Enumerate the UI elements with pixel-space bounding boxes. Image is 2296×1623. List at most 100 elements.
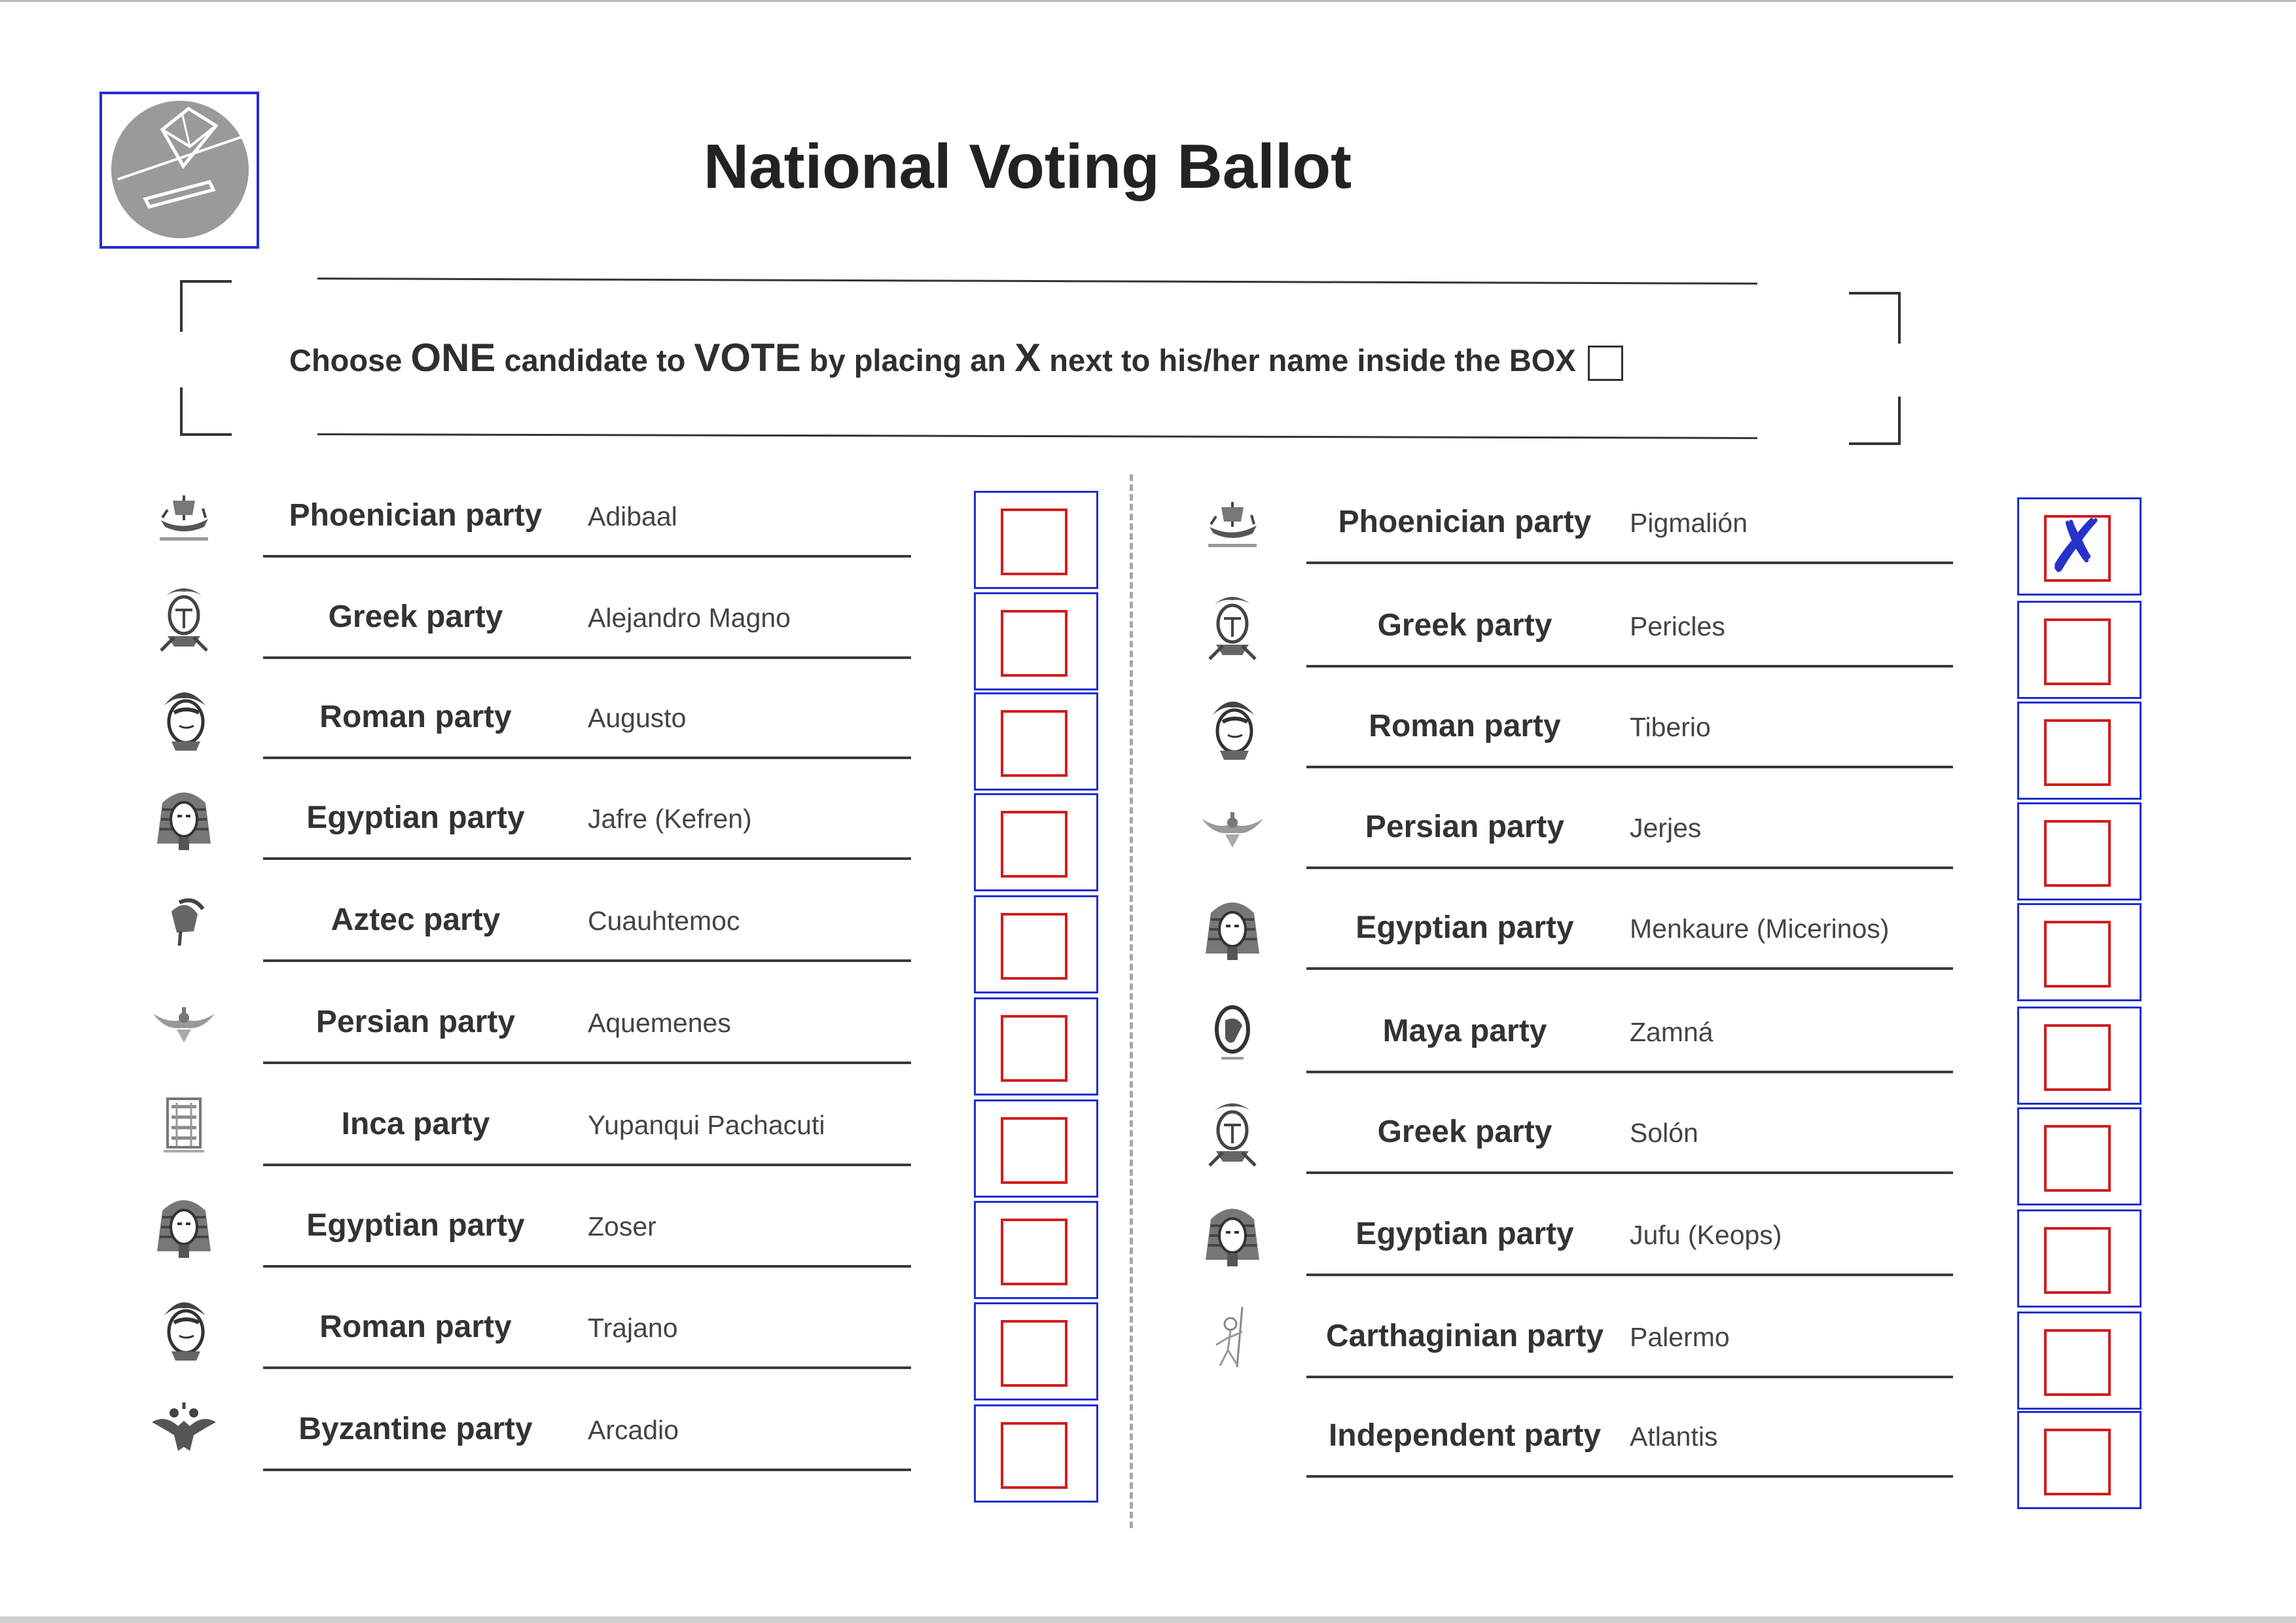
phoenician-ship-icon: [148, 481, 220, 553]
vote-checkbox-menkaure-micerinos[interactable]: [2044, 921, 2111, 988]
party-name: Egyptian party: [1355, 910, 1574, 945]
vote-checkbox-jufu-keops[interactable]: [2044, 1227, 2111, 1294]
row-underline: [1306, 866, 1953, 869]
vote-box-frame: [974, 997, 1098, 1096]
party-name: Greek party: [1377, 1115, 1552, 1149]
vote-box-frame: [974, 491, 1098, 589]
row-underline: [263, 1366, 911, 1369]
candidate-name: Adibaal: [588, 501, 677, 531]
row-underline: [263, 757, 911, 759]
greek-warrior-icon: [1196, 1097, 1268, 1169]
row-underline: [1306, 1274, 1953, 1276]
vote-box-frame: [974, 1302, 1098, 1400]
candidate-name: Solón: [1630, 1118, 1698, 1148]
vote-box-frame: [2017, 1411, 2142, 1509]
vote-checkbox-cuauhtemoc[interactable]: [1001, 913, 1067, 980]
party-name: Greek party: [328, 599, 503, 634]
vote-box-frame: [974, 692, 1098, 791]
vote-box-frame: [974, 1404, 1098, 1503]
vote-box-frame: [2017, 702, 2142, 800]
ballot-instruction: Choose ONE candidate to VOTE by placing …: [289, 335, 1623, 381]
candidate-name: Jafre (Kefren): [588, 804, 752, 834]
candidate-name: Cuauhtemoc: [588, 906, 740, 936]
page-edge-top: [0, 0, 2296, 2]
vote-box-frame: [2017, 802, 2142, 901]
row-underline: [263, 555, 911, 558]
instruction-text: next to his/her name inside the BOX: [1041, 343, 1576, 378]
row-underline: [263, 1164, 911, 1166]
party-name: Persian party: [1365, 810, 1565, 844]
vote-checkbox-aquemenes[interactable]: [1001, 1015, 1067, 1082]
vote-checkbox-atlantis[interactable]: [2044, 1429, 2111, 1495]
vote-checkbox-zamn[interactable]: [2044, 1024, 2111, 1091]
row-underline: [263, 857, 911, 860]
row-underline: [1306, 967, 1953, 970]
pharaoh-mask-icon: [1196, 893, 1268, 965]
vote-box-frame: [974, 895, 1098, 993]
vote-box-frame: [2017, 1311, 2142, 1410]
vote-checkbox-arcadio[interactable]: [1001, 1422, 1067, 1489]
vote-checkbox-augusto[interactable]: [1001, 710, 1067, 777]
instruction-text: by placing an: [800, 343, 1015, 378]
party-name: Greek party: [1377, 608, 1552, 643]
vote-checkbox-jerjes[interactable]: [2044, 820, 2111, 887]
vote-checkbox-jafre-kefren[interactable]: [1001, 811, 1067, 878]
instruction-emphasis-x: X: [1014, 336, 1041, 380]
carthaginian-warrior-icon: [1196, 1302, 1268, 1374]
row-underline: [263, 1469, 911, 1471]
inca-glyph-icon: [148, 1090, 220, 1162]
candidate-name: Arcadio: [588, 1415, 679, 1445]
row-underline: [1306, 665, 1953, 668]
party-name: Persian party: [315, 1005, 516, 1039]
vote-box-frame: [974, 1201, 1098, 1299]
row-underline: [1306, 562, 1953, 564]
phoenician-ship-icon: [1196, 488, 1268, 560]
party-name: Independent party: [1328, 1418, 1602, 1453]
pharaoh-mask-icon: [148, 1191, 220, 1263]
bracket-top-left: [180, 280, 232, 332]
vote-checkbox-alejandro-magno[interactable]: [1001, 610, 1067, 677]
party-name: Inca party: [341, 1107, 490, 1141]
candidate-name: Augusto: [588, 703, 687, 733]
candidate-name: Palermo: [1630, 1322, 1730, 1352]
vote-box-frame: [974, 1099, 1098, 1198]
row-underline: [1306, 1376, 1953, 1378]
row-underline: [263, 1265, 911, 1268]
vote-box-frame: [2017, 1107, 2142, 1205]
row-underline: [1306, 1071, 1953, 1073]
party-name: Roman party: [1369, 709, 1561, 743]
vote-checkbox-sol-n[interactable]: [2044, 1125, 2111, 1192]
instruction-text: candidate to: [495, 343, 694, 378]
ballot-title: National Voting Ballot: [703, 132, 1352, 202]
roman-helmet-icon: [148, 683, 220, 755]
vote-box-frame: [2017, 903, 2142, 1001]
pharaoh-mask-icon: [1196, 1200, 1268, 1272]
candidate-name: Yupanqui Pachacuti: [588, 1110, 825, 1140]
pharaoh-mask-icon: [148, 783, 220, 855]
party-name: Roman party: [319, 1310, 512, 1344]
sample-box-icon: [1587, 345, 1623, 381]
party-name: Phoenician party: [1338, 505, 1592, 539]
vote-checkbox-trajano[interactable]: [1001, 1320, 1067, 1387]
greek-warrior-icon: [148, 582, 220, 654]
faravahar-icon: [1196, 793, 1268, 865]
party-name: Byzantine party: [298, 1412, 533, 1446]
vote-checkbox-pigmali-n[interactable]: ✗: [2044, 510, 2111, 583]
vote-checkbox-pericles[interactable]: [2044, 618, 2111, 685]
bracket-top-right: [1849, 292, 1901, 344]
candidate-name: Jerjes: [1630, 813, 1702, 843]
row-underline: [1306, 1171, 1953, 1174]
candidate-name: Zoser: [588, 1211, 656, 1241]
instruction-text: Choose: [289, 343, 411, 378]
vote-box-frame: [2017, 601, 2142, 699]
aztec-warrior-icon: [148, 885, 220, 957]
vote-checkbox-tiberio[interactable]: [2044, 719, 2111, 786]
vote-checkbox-palermo[interactable]: [2044, 1329, 2111, 1396]
vote-box-frame: [2017, 1209, 2142, 1308]
instruction-rule-top: [317, 277, 1757, 285]
candidate-name: Trajano: [588, 1313, 678, 1343]
vote-box-frame: [974, 592, 1098, 690]
vote-checkbox-adibaal[interactable]: [1001, 508, 1067, 575]
vote-checkbox-zoser[interactable]: [1001, 1219, 1067, 1285]
vote-checkbox-yupanqui-pachacuti[interactable]: [1001, 1117, 1067, 1184]
